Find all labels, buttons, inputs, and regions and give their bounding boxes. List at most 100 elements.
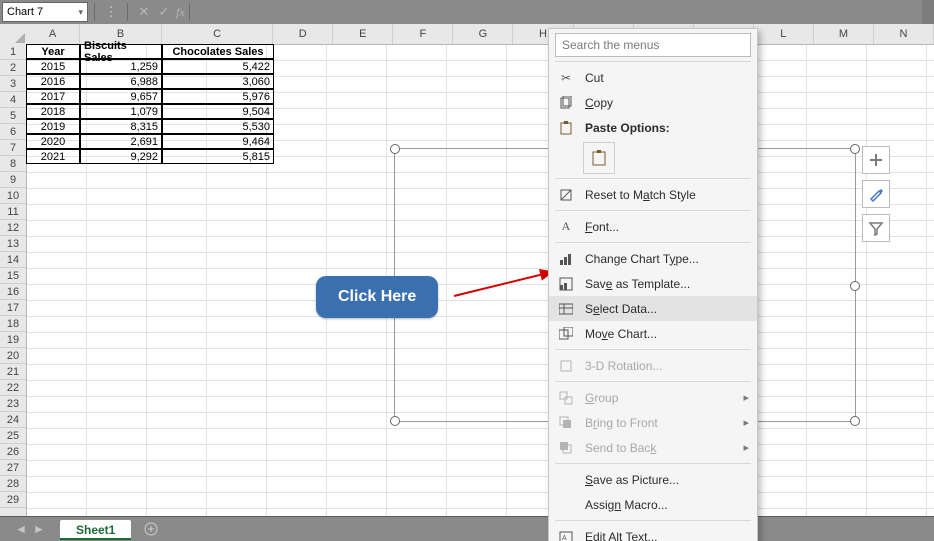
cell[interactable]: 9,292 <box>80 149 162 164</box>
row-header-25[interactable]: 25 <box>0 428 26 444</box>
row-header-16[interactable]: 16 <box>0 284 26 300</box>
cell[interactable]: 9,464 <box>162 134 274 149</box>
tab-nav[interactable]: ◄ ► <box>0 522 60 536</box>
cell[interactable]: 1,079 <box>80 104 162 119</box>
cell[interactable]: 2020 <box>26 134 80 149</box>
column-header-E[interactable]: E <box>333 24 393 44</box>
vertical-dots-icon[interactable]: ⋮ <box>101 3 121 21</box>
row-header-17[interactable]: 17 <box>0 300 26 316</box>
row-header-26[interactable]: 26 <box>0 444 26 460</box>
cell[interactable]: 8,315 <box>80 119 162 134</box>
chevron-down-icon[interactable]: ▾ <box>78 3 83 21</box>
formula-bar-row: Chart 7 ▾ ⋮ ✕ ✓ fx <box>0 0 934 25</box>
cell[interactable]: 2,691 <box>80 134 162 149</box>
row-header-10[interactable]: 10 <box>0 188 26 204</box>
cell[interactable]: 2018 <box>26 104 80 119</box>
fx-label[interactable]: fx <box>176 5 185 20</box>
row-headers[interactable]: 1234567891011121314151617181920212223242… <box>0 44 27 517</box>
column-header-M[interactable]: M <box>814 24 874 44</box>
sheet-tab-bar: ◄ ► Sheet1 <box>0 516 934 541</box>
column-header-N[interactable]: N <box>874 24 934 44</box>
menu-edit-alt-text[interactable]: A Edit Alt Text... <box>549 524 757 541</box>
cell[interactable]: 2015 <box>26 59 80 74</box>
cell[interactable]: 9,504 <box>162 104 274 119</box>
row-header-29[interactable]: 29 <box>0 492 26 508</box>
menu-save-template[interactable]: Save as Template... <box>549 271 757 296</box>
column-header-D[interactable]: D <box>273 24 333 44</box>
menu-assign-macro[interactable]: Assign Macro... <box>549 492 757 517</box>
cell[interactable]: 2021 <box>26 149 80 164</box>
tab-prev-icon[interactable]: ◄ <box>15 522 27 536</box>
menu-save-as-picture[interactable]: Save as Picture... <box>549 467 757 492</box>
menu-move-chart[interactable]: Move Chart... <box>549 321 757 346</box>
menu-search-input[interactable]: Search the menus <box>555 33 751 57</box>
column-header-L[interactable]: L <box>754 24 814 44</box>
row-header-23[interactable]: 23 <box>0 396 26 412</box>
chevron-right-icon: ▸ <box>743 441 749 454</box>
row-header-28[interactable]: 28 <box>0 476 26 492</box>
row-header-27[interactable]: 27 <box>0 460 26 476</box>
menu-reset-style[interactable]: Reset to Match Style <box>549 182 757 207</box>
new-sheet-button[interactable] <box>139 519 163 539</box>
cell[interactable]: 5,815 <box>162 149 274 164</box>
column-headers[interactable]: ABCDEFGHIJKLMN <box>26 24 934 45</box>
row-header-13[interactable]: 13 <box>0 236 26 252</box>
menu-change-chart-type[interactable]: Change Chart Type... <box>549 246 757 271</box>
row-header-3[interactable]: 3 <box>0 76 26 92</box>
row-header-6[interactable]: 6 <box>0 124 26 140</box>
row-header-24[interactable]: 24 <box>0 412 26 428</box>
menu-font[interactable]: A Font... <box>549 214 757 239</box>
cell[interactable]: 2019 <box>26 119 80 134</box>
row-header-18[interactable]: 18 <box>0 316 26 332</box>
menu-select-data[interactable]: Select Data... <box>549 296 757 321</box>
select-data-icon <box>557 302 575 316</box>
column-header-F[interactable]: F <box>393 24 453 44</box>
cell[interactable]: 5,530 <box>162 119 274 134</box>
tab-next-icon[interactable]: ► <box>33 522 45 536</box>
select-all-corner[interactable] <box>0 24 27 45</box>
row-header-14[interactable]: 14 <box>0 252 26 268</box>
column-header-A[interactable]: A <box>26 24 80 44</box>
row-header-11[interactable]: 11 <box>0 204 26 220</box>
row-header-12[interactable]: 12 <box>0 220 26 236</box>
row-header-1[interactable]: 1 <box>0 44 26 60</box>
row-header-5[interactable]: 5 <box>0 108 26 124</box>
cell[interactable]: 6,988 <box>80 74 162 89</box>
chart-elements-button[interactable] <box>862 146 890 174</box>
cell[interactable]: 5,976 <box>162 89 274 104</box>
column-header-C[interactable]: C <box>162 24 273 44</box>
menu-cut[interactable]: ✂ Cut <box>549 65 757 90</box>
chart-filters-button[interactable] <box>862 214 890 242</box>
cell[interactable]: 3,060 <box>162 74 274 89</box>
spreadsheet-grid[interactable]: ABCDEFGHIJKLMN 1234567891011121314151617… <box>0 24 934 517</box>
cell[interactable]: 2016 <box>26 74 80 89</box>
svg-text:A: A <box>562 535 567 541</box>
row-header-2[interactable]: 2 <box>0 60 26 76</box>
column-header-G[interactable]: G <box>453 24 513 44</box>
row-header-15[interactable]: 15 <box>0 268 26 284</box>
formula-input[interactable] <box>189 3 922 21</box>
row-header-21[interactable]: 21 <box>0 364 26 380</box>
copy-icon <box>557 96 575 110</box>
name-box[interactable]: Chart 7 ▾ <box>2 2 88 22</box>
row-header-4[interactable]: 4 <box>0 92 26 108</box>
cell[interactable]: Chocolates Sales <box>162 44 274 59</box>
cell[interactable]: 1,259 <box>80 59 162 74</box>
paste-default-button[interactable] <box>583 142 615 174</box>
menu-group: Group ▸ <box>549 385 757 410</box>
row-header-8[interactable]: 8 <box>0 156 26 172</box>
row-header-9[interactable]: 9 <box>0 172 26 188</box>
cell[interactable]: Year <box>26 44 80 59</box>
cell[interactable]: 5,422 <box>162 59 274 74</box>
paste-icon <box>557 121 575 135</box>
cell[interactable]: 2017 <box>26 89 80 104</box>
row-header-19[interactable]: 19 <box>0 332 26 348</box>
chart-styles-button[interactable] <box>862 180 890 208</box>
cell[interactable]: 9,657 <box>80 89 162 104</box>
row-header-7[interactable]: 7 <box>0 140 26 156</box>
row-header-22[interactable]: 22 <box>0 380 26 396</box>
cell[interactable]: Biscuits Sales <box>80 44 162 59</box>
menu-copy[interactable]: Copy <box>549 90 757 115</box>
row-header-20[interactable]: 20 <box>0 348 26 364</box>
tab-sheet1[interactable]: Sheet1 <box>60 520 131 540</box>
